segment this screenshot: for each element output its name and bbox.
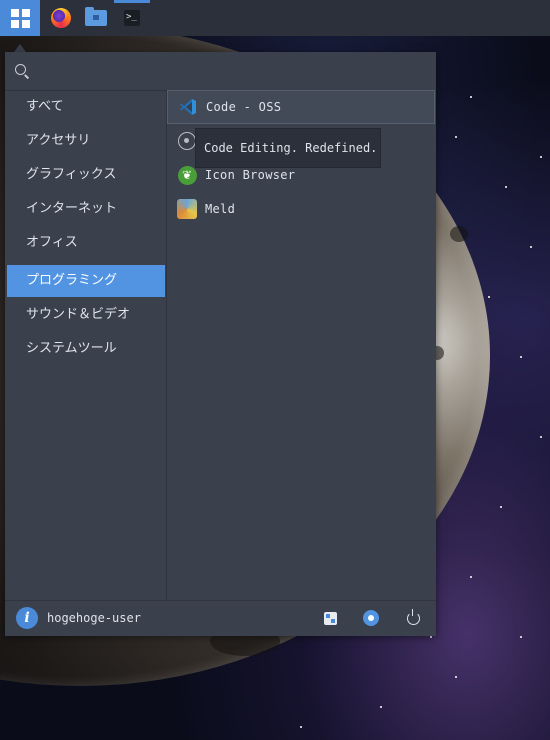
- power-icon: [406, 608, 420, 625]
- terminal-icon: >_: [124, 10, 140, 26]
- app-menu-button[interactable]: [0, 0, 40, 36]
- category-accessories[interactable]: アクセサリ: [7, 125, 165, 157]
- vscode-icon: [178, 97, 198, 117]
- category-internet[interactable]: インターネット: [7, 193, 165, 225]
- menu-footer: i hogehoge-user: [5, 600, 436, 636]
- folder-icon: [85, 7, 107, 26]
- meld-icon: [177, 199, 197, 219]
- category-office[interactable]: オフィス: [7, 227, 165, 259]
- firefox-launcher[interactable]: [44, 0, 78, 36]
- taskbar: >_: [0, 0, 550, 36]
- files-launcher[interactable]: [80, 0, 112, 36]
- app-tooltip: Code Editing. Redefined.: [195, 128, 381, 168]
- active-indicator: [114, 0, 150, 3]
- settings-button[interactable]: [321, 609, 339, 627]
- category-system-tools[interactable]: システムツール: [7, 333, 165, 365]
- category-programming[interactable]: プログラミング: [7, 265, 165, 297]
- app-label: Icon Browser: [205, 168, 296, 182]
- terminal-launcher[interactable]: >_: [114, 0, 150, 36]
- category-graphics[interactable]: グラフィックス: [7, 159, 165, 191]
- app-item-meld[interactable]: Meld: [167, 192, 435, 226]
- search-bar: [5, 52, 436, 90]
- icon-browser-icon: ❦: [177, 165, 197, 185]
- settings-icon: [323, 611, 337, 625]
- category-all[interactable]: すべて: [7, 91, 165, 123]
- app-grid-icon: [10, 8, 30, 28]
- lock-button[interactable]: [362, 609, 380, 627]
- app-label: Meld: [205, 202, 236, 216]
- username-label: hogehoge-user: [47, 611, 141, 625]
- app-label: Code - OSS: [206, 100, 282, 114]
- power-button[interactable]: [404, 608, 422, 627]
- menu-pointer-arrow: [14, 44, 26, 52]
- category-sound-video[interactable]: サウンド＆ビデオ: [7, 299, 165, 331]
- app-item-code-oss[interactable]: Code - OSS: [167, 90, 435, 124]
- lock-icon: [363, 610, 379, 626]
- user-avatar[interactable]: i: [16, 607, 38, 629]
- atom-icon: [177, 131, 197, 151]
- search-icon: [15, 64, 26, 75]
- search-input[interactable]: [35, 58, 429, 86]
- firefox-icon: [51, 8, 71, 28]
- category-list: すべて アクセサリ グラフィックス インターネット オフィス プログラミング サ…: [5, 90, 166, 601]
